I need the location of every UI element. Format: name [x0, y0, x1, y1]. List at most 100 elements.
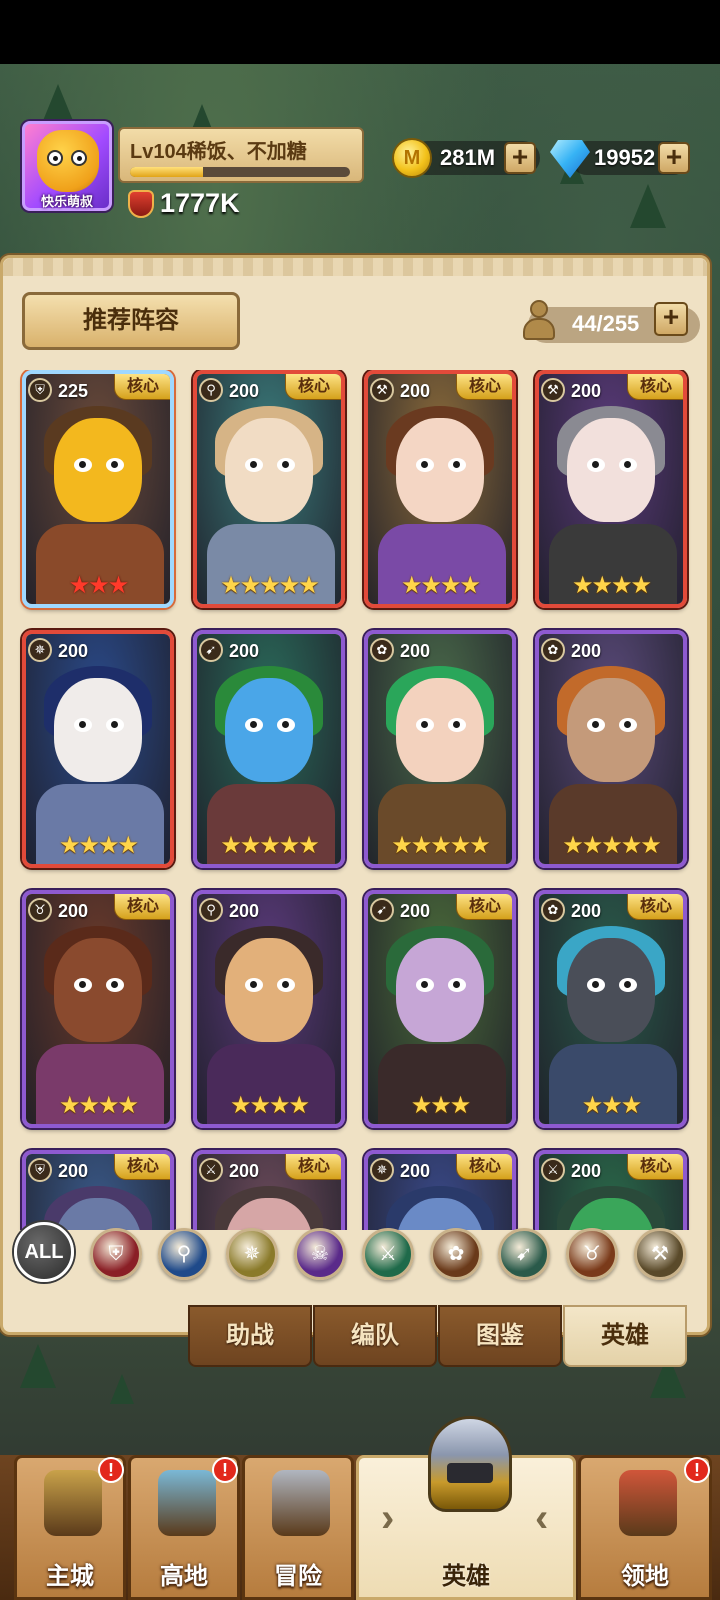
star-icon: ★	[239, 832, 261, 859]
hero-level: 200	[400, 641, 431, 661]
star-icon: ★	[78, 1092, 99, 1119]
hero-card[interactable]: ✿ 200 ★★★★★	[364, 630, 516, 868]
player-power: 1777K	[160, 188, 240, 218]
hero-stars: ★★★	[26, 574, 170, 598]
star-icon: ★	[259, 832, 280, 859]
hero-portrait	[197, 634, 341, 864]
core-tag: 核心	[627, 1154, 683, 1180]
hero-card[interactable]: ⚲ 200 核心 ★★★★★	[193, 370, 345, 608]
chevron-right-icon: ›	[381, 1496, 395, 1540]
player-name-plate[interactable]: Lv104稀饭、不加糖	[118, 127, 364, 183]
filter-paw-icon[interactable]: ✿	[430, 1228, 482, 1280]
star-icon: ★	[601, 1092, 622, 1119]
star-icon: ★	[107, 572, 129, 599]
star-icon: ★	[68, 572, 90, 599]
alert-badge: !	[212, 1457, 238, 1483]
hero-stars: ★★★★	[368, 574, 512, 598]
core-tag: 核心	[114, 374, 170, 400]
sub-tab[interactable]: 助战	[188, 1305, 312, 1367]
core-tag: 核心	[627, 894, 683, 920]
nav-label: 主城	[46, 1563, 94, 1590]
hero-card[interactable]: ⚒ 200 核心 ★★★★	[535, 370, 687, 608]
hero-level: 200	[229, 1161, 260, 1181]
hero-stars: ★★★★★	[197, 834, 341, 858]
gold-amount: 281M	[440, 145, 496, 170]
star-icon: ★	[278, 572, 300, 599]
star-icon: ★	[58, 832, 80, 859]
player-avatar[interactable]: 快乐萌叔	[22, 121, 112, 211]
hero-card[interactable]: ⚔ 200 核心	[535, 1150, 687, 1230]
expand-capacity-button[interactable]: +	[654, 302, 688, 336]
hero-card[interactable]: ✵ 200 核心	[364, 1150, 516, 1230]
core-tag: 核心	[114, 894, 170, 920]
star-icon: ★	[430, 832, 451, 859]
hero-portrait	[368, 634, 512, 864]
hero-portrait	[368, 894, 512, 1124]
hero-card[interactable]: ✵ 200 ★★★★	[22, 630, 174, 868]
filter-shield-icon[interactable]: ⛨	[90, 1228, 142, 1280]
star-icon: ★	[410, 832, 432, 859]
hero-portrait	[197, 374, 341, 604]
star-icon: ★	[229, 1092, 251, 1119]
sub-tab[interactable]: 编队	[313, 1305, 437, 1367]
avatar-name: 快乐萌叔	[40, 194, 93, 209]
hero-card[interactable]: ✿ 200 核心 ★★★	[535, 890, 687, 1128]
star-icon: ★	[459, 572, 481, 599]
recommended-lineup-button[interactable]: 推荐阵容	[22, 292, 240, 350]
hero-card[interactable]: ⚲ 200 ★★★★	[193, 890, 345, 1128]
hero-portrait	[26, 894, 170, 1124]
hero-portrait	[26, 634, 170, 864]
hero-card[interactable]: ⚔ 200 核心	[193, 1150, 345, 1230]
hero-card[interactable]: ✿ 200 ★★★★★	[535, 630, 687, 868]
star-icon: ★	[562, 832, 583, 859]
add-gems-button[interactable]: +	[658, 142, 690, 174]
hero-level: 200	[58, 901, 89, 921]
nav-icon	[44, 1470, 102, 1536]
tree-decoration	[110, 1374, 134, 1404]
hero-level: 200	[571, 901, 602, 921]
filter-angel-icon[interactable]: ✵	[226, 1228, 278, 1280]
star-icon: ★	[449, 832, 471, 859]
star-icon: ★	[269, 1092, 290, 1119]
filter-staff-icon[interactable]: ⚲	[158, 1228, 210, 1280]
bottom-nav: 主城! 高地! 冒险 › ‹ 英雄 领地!	[0, 1455, 720, 1600]
star-icon: ★	[410, 1092, 432, 1119]
filter-swords-icon[interactable]: ⚔	[362, 1228, 414, 1280]
hero-card[interactable]: ♉ 200 核心 ★★★★	[22, 890, 174, 1128]
filter-bull-icon[interactable]: ♉	[566, 1228, 618, 1280]
hero-stars: ★★★	[368, 1094, 512, 1118]
sub-tab[interactable]: 图鉴	[438, 1305, 562, 1367]
filter-hammer-icon[interactable]: ⚒	[634, 1228, 686, 1280]
hero-count: 44/255	[572, 311, 640, 336]
hero-card[interactable]: ➹ 200 核心 ★★★	[364, 890, 516, 1128]
star-icon: ★	[239, 572, 261, 599]
star-icon: ★	[117, 832, 139, 859]
hero-card[interactable]: ⛨ 200 核心	[22, 1150, 174, 1230]
hero-card[interactable]: ⚒ 200 核心 ★★★★	[364, 370, 516, 608]
hero-grid: ⛨ 225 核心 ★★★ ⚲ 200 核心 ★★★★★ ⚒ 200 核心 ★★★★ ⚒ 200 核心 ★★★★…	[0, 370, 720, 1230]
filter-all-button[interactable]: ALL	[14, 1222, 74, 1282]
star-icon: ★	[58, 1092, 80, 1119]
filter-bow-icon[interactable]: ➹	[498, 1228, 550, 1280]
hero-level: 200	[571, 641, 602, 661]
star-icon: ★	[449, 1092, 471, 1119]
alert-badge: !	[98, 1457, 124, 1483]
star-icon: ★	[581, 832, 603, 859]
add-gold-button[interactable]: +	[504, 142, 536, 174]
nav-label: 高地	[160, 1563, 208, 1590]
filter-skull-icon[interactable]: ☠	[294, 1228, 346, 1280]
star-icon: ★	[117, 1092, 139, 1119]
avatar-face	[37, 130, 99, 192]
core-tag: 核心	[285, 374, 341, 400]
star-icon: ★	[78, 832, 99, 859]
sub-tab[interactable]: 英雄	[563, 1305, 687, 1367]
hero-sub-tabs: 助战 编队 图鉴 英雄	[188, 1305, 698, 1369]
star-icon: ★	[400, 572, 422, 599]
core-tag: 核心	[456, 894, 512, 920]
hero-card[interactable]: ➹ 200 ★★★★★	[193, 630, 345, 868]
nav-item[interactable]: 冒险	[242, 1455, 354, 1600]
star-icon: ★	[630, 572, 652, 599]
star-icon: ★	[430, 1092, 451, 1119]
hero-card[interactable]: ⛨ 225 核心 ★★★	[22, 370, 174, 608]
faction-filter-row: ALL ⛨ ⚲ ✵ ☠ ⚔ ✿ ➹ ♉ ⚒	[10, 1222, 700, 1286]
